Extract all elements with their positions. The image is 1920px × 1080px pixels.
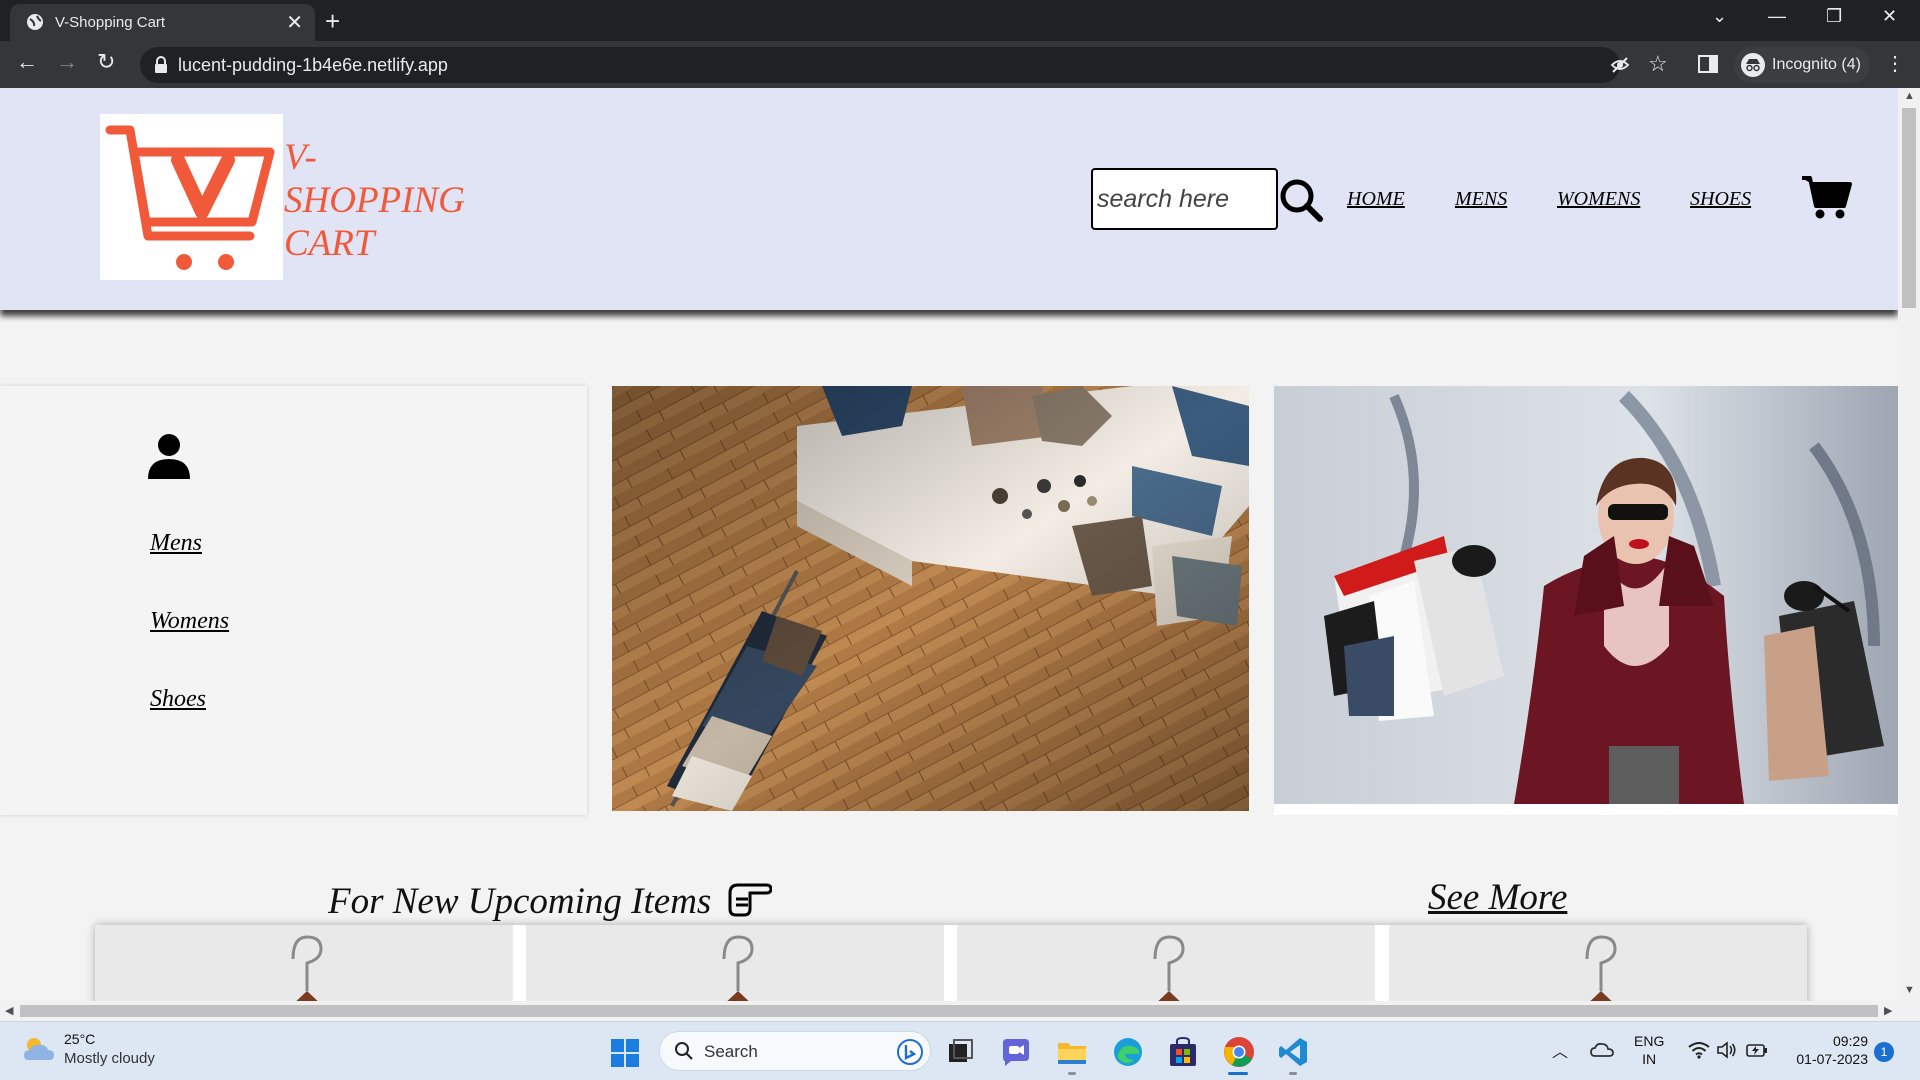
category-sidebar: Mens Womens Shoes [0, 386, 587, 815]
url-text: lucent-pudding-1b4e6e.netlify.app [178, 55, 448, 75]
minimize-icon[interactable]: — [1768, 6, 1786, 27]
nav-womens-link[interactable]: WOMENS [1557, 188, 1640, 211]
search-icon [675, 1042, 693, 1060]
cart-icon[interactable] [1800, 174, 1852, 220]
clock-date: 01-07-2023 [1796, 1051, 1868, 1067]
pointing-hand-icon [728, 883, 772, 917]
system-clock[interactable]: 09:29 01-07-2023 [1788, 1032, 1868, 1068]
horizontal-scrollbar[interactable]: ◀ ▶ [0, 1001, 1920, 1021]
site-logo[interactable] [100, 114, 283, 280]
tab-title: V-Shopping Cart [55, 14, 166, 31]
reload-icon[interactable]: ↻ [97, 49, 115, 75]
nav-mens-link[interactable]: MENS [1455, 188, 1507, 211]
side-panel-icon[interactable] [1696, 52, 1720, 76]
search-input[interactable] [1091, 168, 1278, 230]
sidebar-link-womens[interactable]: Womens [150, 608, 229, 635]
back-icon[interactable]: ← [16, 49, 38, 75]
onedrive-cloud-icon[interactable] [1590, 1040, 1614, 1058]
brand-line: V- [284, 137, 317, 178]
tab-search-icon[interactable]: ⌄ [1712, 6, 1727, 27]
brand-name: V- SHOPPING CART [284, 136, 484, 265]
file-explorer-icon[interactable] [1055, 1035, 1089, 1069]
vertical-scrollbar[interactable]: ▲ ▼ [1898, 88, 1920, 1001]
globe-icon [27, 14, 43, 30]
page-viewport: V- SHOPPING CART HOME MENS WOMENS SHOES … [0, 88, 1920, 1021]
brand-line: CART [284, 223, 375, 264]
brand-line: SHOPPING [284, 180, 465, 221]
taskbar-search-box[interactable]: Search [659, 1031, 931, 1071]
incognito-profile-button[interactable]: Incognito (4) [1734, 47, 1870, 83]
shopping-cart-logo-icon [105, 125, 275, 270]
browser-tab[interactable]: V-Shopping Cart ✕ [10, 4, 315, 41]
teams-chat-icon[interactable] [999, 1035, 1033, 1069]
more-menu-icon[interactable]: ⋮ [1885, 51, 1905, 76]
eye-off-icon[interactable] [1610, 55, 1630, 75]
chrome-icon[interactable] [1222, 1035, 1256, 1069]
cloudy-weather-icon[interactable] [22, 1034, 56, 1064]
bing-icon[interactable] [896, 1038, 924, 1066]
address-bar[interactable]: lucent-pudding-1b4e6e.netlify.app ☆ [140, 47, 1668, 83]
notification-badge[interactable]: 1 [1874, 1042, 1894, 1062]
scroll-right-icon[interactable]: ▶ [1884, 1004, 1892, 1017]
vertical-scroll-thumb[interactable] [1902, 108, 1916, 308]
task-view-icon[interactable] [943, 1035, 977, 1069]
region-code: IN [1642, 1051, 1657, 1067]
site-header: V- SHOPPING CART HOME MENS WOMENS SHOES [0, 88, 1898, 310]
sidebar-link-mens[interactable]: Mens [150, 530, 202, 557]
scroll-left-icon[interactable]: ◀ [5, 1004, 13, 1017]
shopping-woman-image [1274, 386, 1898, 815]
bookmark-star-icon[interactable]: ☆ [1648, 51, 1668, 77]
new-tab-button[interactable]: + [325, 6, 340, 37]
incognito-icon [1741, 53, 1765, 77]
battery-charging-icon[interactable] [1746, 1042, 1768, 1058]
windows-start-icon[interactable] [610, 1038, 640, 1068]
language-code: ENG [1634, 1033, 1665, 1049]
weather-temperature: 25°C [64, 1031, 96, 1047]
edge-browser-icon[interactable] [1111, 1035, 1145, 1069]
windows-taskbar: 25°C Mostly cloudy Search ︿ ENG IN 09:29… [0, 1021, 1920, 1080]
store-interior-image [612, 386, 1249, 811]
lock-icon [155, 56, 167, 73]
browser-tab-strip: V-Shopping Cart ✕ + ⌄ — ❐ ✕ [0, 0, 1920, 41]
see-more-link[interactable]: See More [1428, 876, 1567, 919]
scroll-up-icon[interactable]: ▲ [1904, 90, 1915, 102]
user-icon [148, 434, 190, 479]
running-indicator [1289, 1072, 1297, 1075]
volume-icon[interactable] [1716, 1041, 1738, 1059]
window-close-icon[interactable]: ✕ [1882, 6, 1897, 27]
sidebar-link-shoes[interactable]: Shoes [150, 686, 206, 713]
browser-toolbar: ← → ↻ lucent-pudding-1b4e6e.netlify.app … [0, 41, 1920, 88]
running-indicator [1068, 1072, 1076, 1075]
wifi-icon[interactable] [1688, 1041, 1710, 1059]
show-hidden-icons-icon[interactable]: ︿ [1552, 1038, 1568, 1062]
scroll-down-icon[interactable]: ▼ [1904, 984, 1915, 996]
restore-icon[interactable]: ❐ [1826, 6, 1842, 27]
taskbar-search-label: Search [704, 1042, 758, 1061]
active-app-indicator [1228, 1072, 1248, 1075]
horizontal-scroll-thumb[interactable] [20, 1005, 1878, 1017]
clock-time: 09:29 [1832, 1033, 1868, 1049]
profile-label: Incognito (4) [1772, 56, 1861, 73]
nav-shoes-link[interactable]: SHOES [1690, 188, 1751, 211]
search-icon[interactable] [1278, 177, 1324, 223]
forward-icon[interactable]: → [56, 49, 78, 75]
tab-close-icon[interactable]: ✕ [286, 10, 303, 35]
nav-home-link[interactable]: HOME [1347, 188, 1405, 211]
weather-description: Mostly cloudy [64, 1050, 155, 1067]
upcoming-items-heading: For New Upcoming Items [328, 881, 712, 922]
microsoft-store-icon[interactable] [1166, 1035, 1200, 1069]
language-indicator[interactable]: ENG IN [1634, 1032, 1664, 1068]
vscode-icon[interactable] [1276, 1035, 1310, 1069]
